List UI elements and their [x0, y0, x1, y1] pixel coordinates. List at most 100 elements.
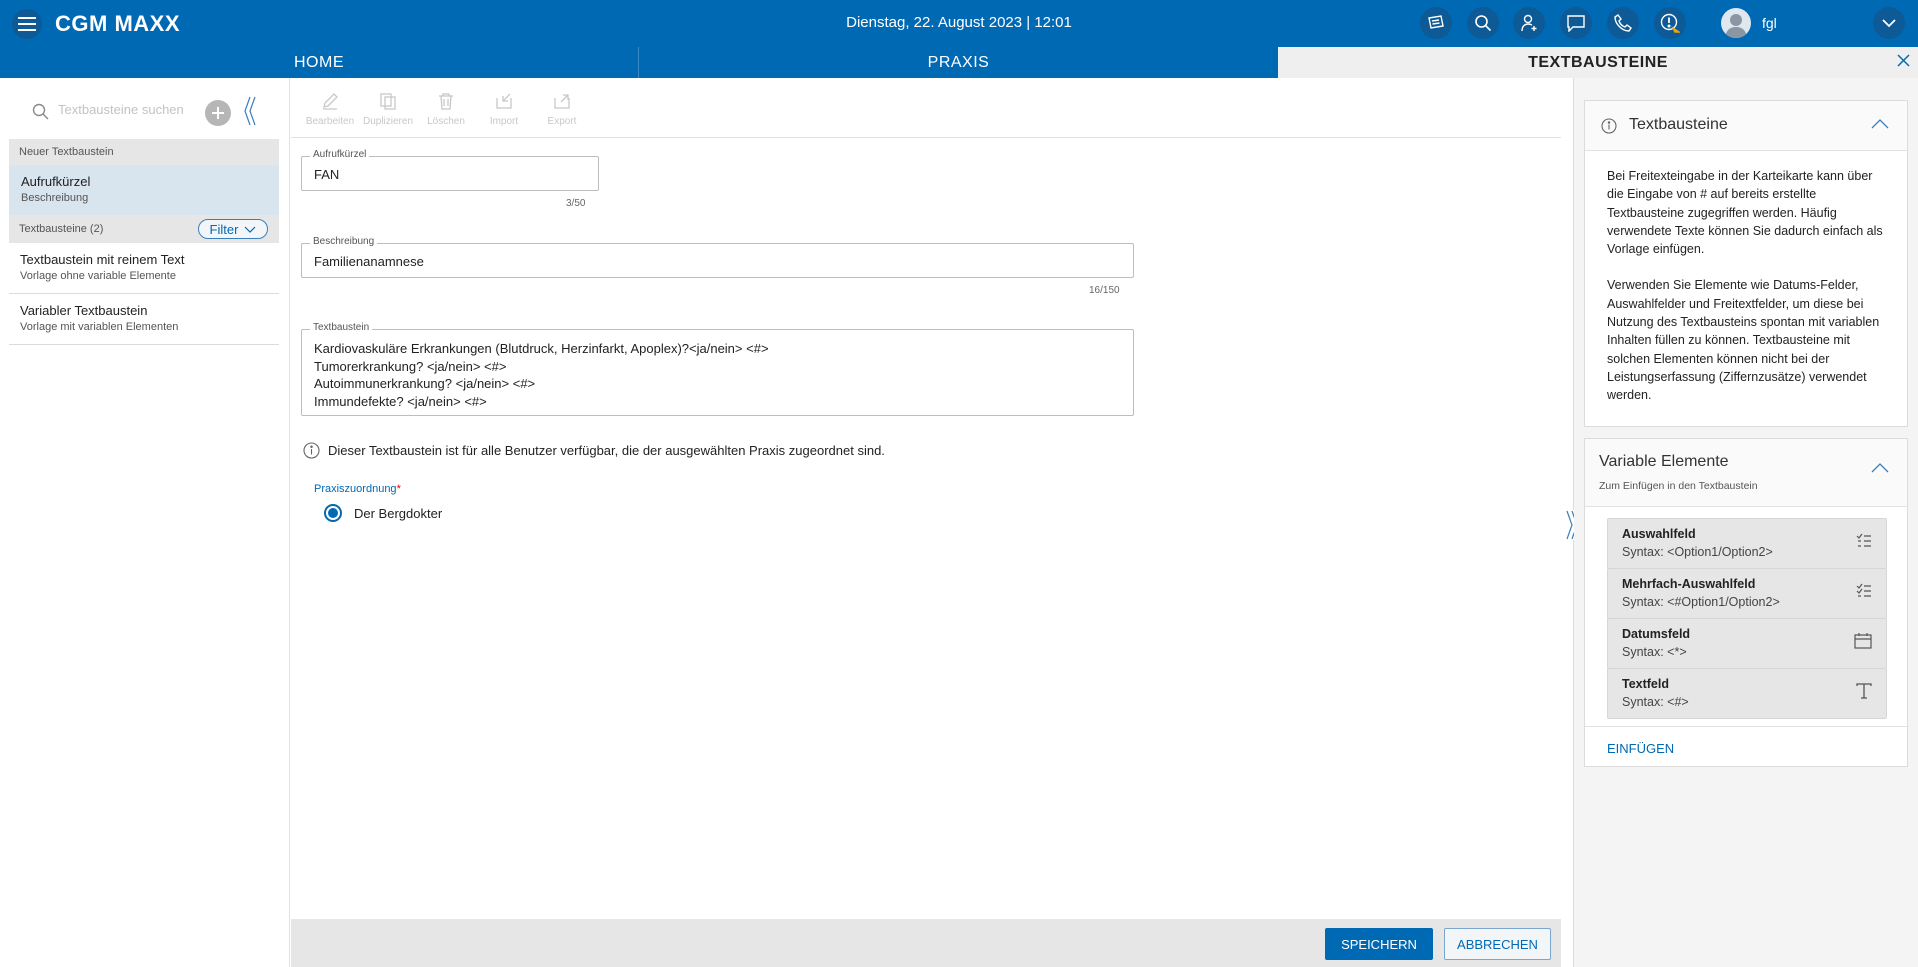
duplicate-label: Duplizieren — [362, 116, 414, 127]
variables-card-header[interactable]: Variable Elemente Zum Einfügen in den Te… — [1585, 439, 1907, 507]
new-textbaustein-item[interactable]: Aufrufkürzel Beschreibung — [9, 165, 279, 215]
add-person-icon — [1521, 14, 1537, 32]
global-search-button[interactable] — [1467, 7, 1499, 39]
close-icon — [1897, 54, 1910, 67]
filter-button[interactable]: Filter — [198, 219, 268, 239]
messages-button[interactable] — [1560, 7, 1592, 39]
textbausteine-sidebar: Neuer Textbaustein Aufrufkürzel Beschrei… — [0, 78, 290, 967]
variable-item-mehrfach-auswahlfeld[interactable]: Mehrfach-Auswahlfeld Syntax: <#Option1/O… — [1607, 568, 1887, 619]
textbaustein-editor: Bearbeiten Duplizieren Löschen Import Ex… — [291, 78, 1574, 967]
variable-item-textfeld[interactable]: Textfeld Syntax: <#> — [1607, 668, 1887, 719]
add-textbaustein-button[interactable] — [205, 100, 231, 126]
alerts-button[interactable] — [1654, 7, 1686, 39]
edit-button[interactable]: Bearbeiten — [302, 92, 358, 127]
delete-button[interactable]: Löschen — [418, 92, 474, 127]
export-icon — [554, 94, 570, 109]
search-icon — [1475, 15, 1492, 32]
shortcut-field[interactable]: Aufrufkürzel FAN — [301, 149, 599, 191]
praxis-option-label: Der Bergdokter — [354, 505, 443, 521]
close-tab-button[interactable] — [1897, 54, 1910, 67]
single-select-list-icon — [1856, 533, 1872, 549]
avatar-icon — [1725, 14, 1747, 38]
app-logo: CGM MAXX — [55, 11, 180, 36]
user-menu-button[interactable] — [1873, 7, 1905, 39]
editor-footer: SPEICHERN ABBRECHEN — [291, 919, 1561, 967]
text-icon — [1856, 683, 1872, 699]
notes-button[interactable] — [1420, 7, 1452, 39]
variable-syntax: Syntax: <*> — [1622, 645, 1687, 659]
variable-item-auswahlfeld[interactable]: Auswahlfeld Syntax: <Option1/Option2> — [1607, 518, 1887, 569]
description-value: Familienanamnese — [314, 254, 424, 269]
chat-icon — [1567, 14, 1585, 32]
text-line: Kardiovaskuläre Erkrankungen (Blutdruck,… — [314, 341, 769, 356]
list-item[interactable]: Textbaustein mit reinem Text Vorlage ohn… — [9, 243, 279, 294]
current-datetime: Dienstag, 22. August 2023 | 12:01 — [846, 14, 1072, 31]
main-tabs: HOME PRAXIS TEXTBAUSTEINE — [0, 47, 1918, 78]
shortcut-label: Aufrufkürzel — [310, 149, 370, 160]
list-item-title: Variabler Textbaustein — [20, 303, 148, 318]
description-counter: 16/150 — [1089, 285, 1120, 296]
pencil-icon — [323, 93, 338, 110]
variable-syntax: Syntax: <#> — [1622, 695, 1689, 709]
import-button[interactable]: Import — [476, 92, 532, 127]
hamburger-menu-button[interactable] — [12, 9, 42, 39]
variable-title: Textfeld — [1622, 677, 1669, 691]
new-item-title: Aufrufkürzel — [21, 174, 91, 189]
list-item[interactable]: Variabler Textbaustein Vorlage mit varia… — [9, 294, 279, 345]
phone-button[interactable] — [1607, 7, 1639, 39]
cancel-button[interactable]: ABBRECHEN — [1444, 928, 1551, 960]
export-button[interactable]: Export — [534, 92, 590, 127]
phone-icon — [1614, 14, 1632, 32]
textbaustein-textarea[interactable]: Textbaustein Kardiovaskuläre Erkrankunge… — [301, 322, 1134, 416]
import-label: Import — [489, 116, 519, 127]
tab-home[interactable]: HOME — [0, 47, 638, 78]
collapse-sidebar-button[interactable] — [244, 96, 256, 126]
info-card-header[interactable]: Textbausteine — [1585, 101, 1907, 151]
tab-praxis[interactable]: PRAXIS — [639, 47, 1278, 78]
praxis-radio[interactable] — [324, 504, 342, 522]
export-label: Export — [547, 116, 577, 127]
praxis-option[interactable]: Der Bergdokter — [324, 504, 442, 522]
variable-syntax: Syntax: <#Option1/Option2> — [1622, 595, 1780, 609]
new-section-header: Neuer Textbaustein — [9, 139, 279, 165]
chevron-down-icon — [245, 226, 256, 233]
tab-textbausteine[interactable]: TEXTBAUSTEINE — [1278, 47, 1918, 78]
edit-label: Bearbeiten — [305, 116, 355, 127]
calendar-icon — [1854, 633, 1872, 649]
chevron-down-icon — [1882, 18, 1896, 27]
username[interactable]: fgl — [1762, 15, 1777, 31]
alert-icon — [1660, 13, 1680, 33]
delete-label: Löschen — [427, 116, 465, 127]
new-item-subtitle: Beschreibung — [21, 192, 89, 204]
plus-icon — [212, 107, 224, 119]
variable-title: Auswahlfeld — [1622, 527, 1696, 541]
textbaustein-content: Kardiovaskuläre Erkrankungen (Blutdruck,… — [314, 340, 769, 410]
insert-button[interactable]: EINFÜGEN — [1607, 741, 1674, 756]
duplicate-button[interactable]: Duplizieren — [360, 92, 416, 127]
info-card-title: Textbausteine — [1629, 116, 1728, 133]
text-line: Autoimmunerkrankung? <ja/nein> <#> — [314, 376, 536, 391]
description-field[interactable]: Beschreibung Familienanamnese — [301, 236, 1134, 278]
variables-card: Variable Elemente Zum Einfügen in den Te… — [1584, 438, 1908, 767]
chevron-up-icon[interactable] — [1871, 119, 1889, 129]
shortcut-counter: 3/50 — [566, 198, 586, 209]
variable-title: Mehrfach-Auswahlfeld — [1622, 577, 1756, 591]
variables-card-subtitle: Zum Einfügen in den Textbaustein — [1599, 480, 1758, 492]
filter-label: Filter — [209, 221, 239, 237]
add-patient-button[interactable] — [1513, 7, 1545, 39]
search-input[interactable] — [58, 102, 198, 117]
variable-syntax: Syntax: <Option1/Option2> — [1622, 545, 1773, 559]
user-avatar[interactable] — [1721, 8, 1751, 38]
availability-info: Dieser Textbaustein ist für alle Benutze… — [303, 442, 885, 459]
text-line: Immundefekte? <ja/nein> <#> — [314, 393, 487, 409]
editor-toolbar: Bearbeiten Duplizieren Löschen Import Ex… — [291, 78, 1561, 138]
variable-item-datumsfeld[interactable]: Datumsfeld Syntax: <*> — [1607, 618, 1887, 669]
save-button[interactable]: SPEICHERN — [1325, 928, 1433, 960]
double-chevron-left-icon — [244, 96, 256, 126]
availability-text: Dieser Textbaustein ist für alle Benutze… — [328, 443, 885, 458]
variables-card-title: Variable Elemente — [1599, 453, 1729, 470]
textbaustein-label: Textbaustein — [310, 322, 373, 333]
chevron-up-icon[interactable] — [1871, 463, 1889, 473]
notes-icon — [1428, 15, 1444, 29]
duplicate-icon — [380, 93, 396, 110]
